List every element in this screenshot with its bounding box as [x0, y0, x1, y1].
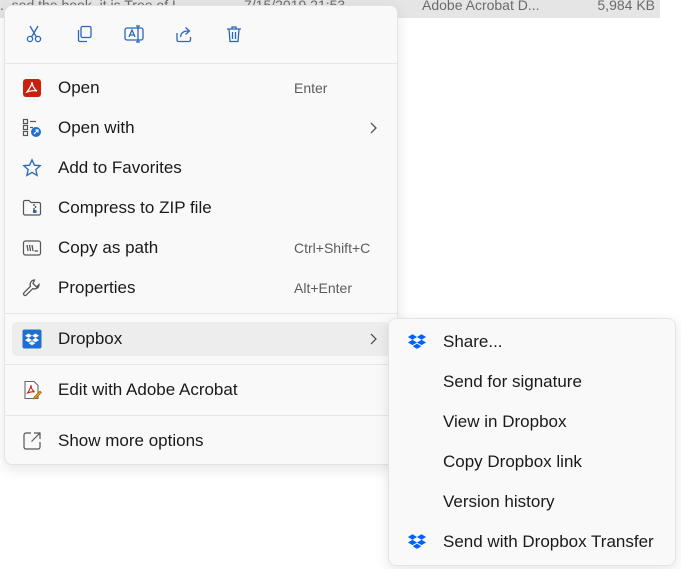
copy-path-icon	[22, 238, 42, 258]
rename-icon	[124, 25, 144, 43]
menu-item-compress-zip[interactable]: Compress to ZIP file	[12, 191, 390, 225]
menu-item-add-to-favorites[interactable]: Add to Favorites	[12, 151, 390, 185]
menu-item-show-more-options[interactable]: Show more options	[12, 424, 390, 458]
context-menu: Open Enter Open with Add to Favorites Co…	[4, 5, 398, 465]
submenu-item-view-in-dropbox[interactable]: View in Dropbox	[395, 405, 669, 439]
copy-button[interactable]	[70, 20, 98, 48]
delete-button[interactable]	[220, 20, 248, 48]
divider	[5, 415, 397, 416]
submenu-item-label: Version history	[443, 492, 555, 511]
divider	[5, 364, 397, 365]
show-more-icon	[22, 431, 42, 451]
divider	[5, 63, 397, 64]
delete-icon	[227, 26, 241, 43]
menu-item-open-with[interactable]: Open with	[12, 111, 390, 145]
context-menu-toolbar	[5, 6, 397, 62]
chevron-right-icon	[370, 333, 377, 345]
submenu-item-send-for-signature[interactable]: Send for signature	[395, 365, 669, 399]
submenu-item-version-history[interactable]: Version history	[395, 485, 669, 519]
cut-button[interactable]	[20, 20, 48, 48]
divider	[5, 313, 397, 314]
menu-item-dropbox[interactable]: Dropbox	[12, 322, 390, 356]
menu-item-label: Properties	[58, 278, 136, 297]
submenu-item-label: Share...	[443, 332, 503, 351]
menu-item-label: Edit with Adobe Acrobat	[58, 380, 238, 399]
submenu-item-label: Send for signature	[443, 372, 582, 391]
acrobat-edit-icon	[22, 380, 42, 400]
shortcut-text: Alt+Enter	[294, 280, 352, 296]
star-icon	[22, 158, 42, 178]
dropbox-icon	[407, 332, 427, 352]
cut-icon	[26, 25, 42, 43]
submenu-item-copy-dropbox-link[interactable]: Copy Dropbox link	[395, 445, 669, 479]
menu-item-label: Open	[58, 78, 100, 97]
share-button[interactable]	[170, 20, 198, 48]
copy-icon	[77, 25, 92, 43]
submenu-item-label: Send with Dropbox Transfer	[443, 532, 654, 551]
menu-item-label: Copy as path	[58, 238, 159, 257]
rename-button[interactable]	[120, 20, 148, 48]
zip-folder-icon	[22, 198, 42, 218]
dropbox-icon	[22, 329, 42, 349]
adobe-pdf-icon	[22, 78, 42, 98]
menu-item-label: Compress to ZIP file	[58, 198, 212, 217]
menu-item-label: Add to Favorites	[58, 158, 182, 177]
chevron-right-icon	[370, 122, 377, 134]
menu-item-properties[interactable]: Properties Alt+Enter	[12, 271, 390, 305]
file-type-text: Adobe Acrobat D...	[422, 0, 540, 13]
file-size-text: 5,984 KB	[597, 0, 655, 13]
shortcut-text: Enter	[294, 80, 328, 96]
menu-item-edit-with-acrobat[interactable]: Edit with Adobe Acrobat	[12, 373, 390, 407]
menu-item-copy-as-path[interactable]: Copy as path Ctrl+Shift+C	[12, 231, 390, 265]
submenu-item-send-with-transfer[interactable]: Send with Dropbox Transfer	[395, 525, 669, 559]
share-icon	[176, 27, 192, 43]
submenu-item-label: View in Dropbox	[443, 412, 567, 431]
menu-item-label: Open with	[58, 118, 135, 137]
menu-item-label: Show more options	[58, 431, 204, 450]
submenu-item-label: Copy Dropbox link	[443, 452, 582, 471]
dropbox-icon	[407, 532, 427, 552]
shortcut-text: Ctrl+Shift+C	[294, 240, 371, 256]
wrench-icon	[22, 278, 42, 298]
dropbox-submenu: Share... Send for signature View in Drop…	[388, 318, 676, 566]
menu-item-label: Dropbox	[58, 329, 123, 348]
menu-item-open[interactable]: Open Enter	[12, 71, 390, 105]
submenu-item-share[interactable]: Share...	[395, 325, 669, 359]
open-with-icon	[22, 118, 42, 138]
